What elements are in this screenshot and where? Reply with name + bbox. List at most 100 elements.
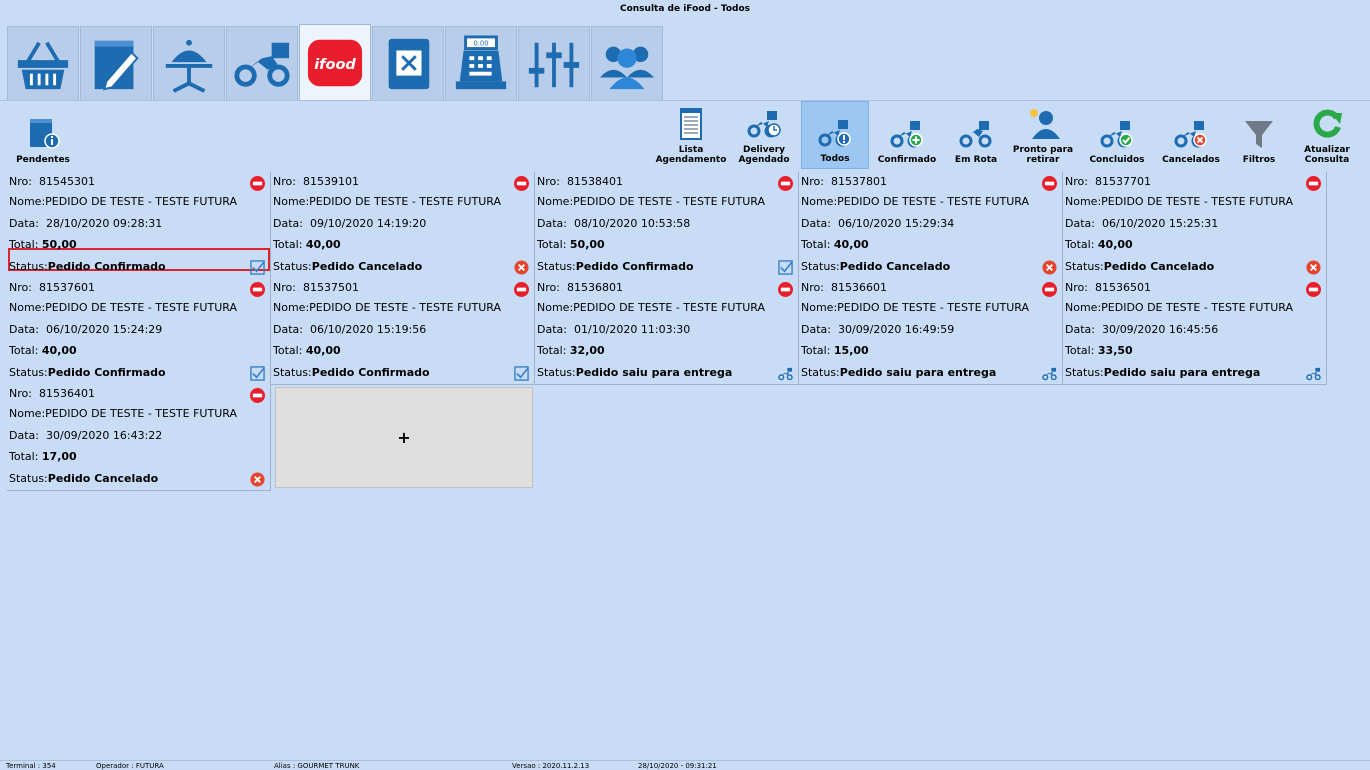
- order-card[interactable]: Nro: 81537501 Nome:PEDIDO DE TESTE - TES…: [271, 278, 535, 385]
- concluidos-button[interactable]: Concluidos: [1086, 101, 1148, 169]
- pronto-para-retirar-button[interactable]: Pronto para retirar: [1012, 101, 1074, 169]
- order-status: Pedido Cancelado: [311, 260, 423, 273]
- data-label: Data:: [9, 429, 39, 442]
- total-label: Total:: [537, 344, 567, 357]
- order-date: 30/09/2020 16:49:59: [837, 323, 955, 336]
- order-card[interactable]: Nro: 81536501 Nome:PEDIDO DE TESTE - TES…: [1063, 278, 1327, 385]
- status-label: Status:: [1065, 260, 1104, 273]
- nro-label: Nro:: [801, 281, 824, 294]
- toolbar: Pendentes Lista Agendamento Delivery Age…: [0, 101, 1370, 171]
- order-status: Pedido Confirmado: [47, 366, 166, 379]
- em-rota-button[interactable]: Em Rota: [948, 101, 1004, 169]
- cancel-icon: [514, 260, 529, 275]
- nro-label: Nro:: [9, 387, 32, 400]
- lista-agendamento-button[interactable]: Lista Agendamento: [656, 101, 726, 169]
- order-card[interactable]: Nro: 81545301 Nome:PEDIDO DE TESTE - TES…: [7, 172, 271, 279]
- motorcycle-check-icon: [1100, 117, 1134, 151]
- nome-label: Nome:: [801, 301, 838, 314]
- customer-name: PEDIDO DE TESTE - TESTE FUTURA: [1101, 195, 1293, 208]
- motorcycle-icon: [1042, 367, 1057, 381]
- customer-name: PEDIDO DE TESTE - TESTE FUTURA: [837, 301, 1029, 314]
- order-number: 81536801: [566, 281, 623, 294]
- check-icon: [514, 366, 529, 381]
- atualizar-consulta-button[interactable]: Atualizar Consulta: [1298, 101, 1356, 169]
- order-date: 30/09/2020 16:45:56: [1101, 323, 1219, 336]
- order-date: 06/10/2020 15:19:56: [309, 323, 427, 336]
- confirmado-button[interactable]: Confirmado: [876, 101, 938, 169]
- lista-agendamento-label: Lista Agendamento: [655, 145, 727, 165]
- order-number: 81537801: [830, 175, 887, 188]
- tab-ifood[interactable]: ifood: [299, 24, 371, 100]
- customer-name: PEDIDO DE TESTE - TESTE FUTURA: [309, 195, 501, 208]
- order-card[interactable]: Nro: 81536801 Nome:PEDIDO DE TESTE - TES…: [535, 278, 799, 385]
- filtros-button[interactable]: Filtros: [1234, 101, 1284, 169]
- add-order-button[interactable]: +: [275, 387, 533, 488]
- order-card[interactable]: Nro: 81539101 Nome:PEDIDO DE TESTE - TES…: [271, 172, 535, 279]
- check-icon: [250, 260, 265, 275]
- motorcycle-cancel-icon: [1174, 117, 1208, 151]
- customer-name: PEDIDO DE TESTE - TESTE FUTURA: [573, 195, 765, 208]
- order-date: 09/10/2020 14:19:20: [309, 217, 427, 230]
- status-label: Status:: [537, 260, 576, 273]
- tab-delivery[interactable]: [226, 26, 298, 100]
- data-label: Data:: [537, 323, 567, 336]
- order-card[interactable]: Nro: 81537801 Nome:PEDIDO DE TESTE - TES…: [799, 172, 1063, 279]
- total-label: Total:: [9, 450, 39, 463]
- order-number: 81537601: [38, 281, 95, 294]
- order-date: 28/10/2020 09:28:31: [45, 217, 163, 230]
- motorcycle-alert-icon: [818, 116, 852, 150]
- tab-vendas[interactable]: [7, 26, 79, 100]
- nome-label: Nome:: [537, 195, 574, 208]
- order-card[interactable]: Nro: 81536401 Nome:PEDIDO DE TESTE - TES…: [7, 384, 271, 491]
- motorcycle-delivery-icon: [234, 42, 290, 87]
- operador-info: Operador : FUTURA: [96, 762, 164, 770]
- tab-clientes[interactable]: [591, 26, 663, 100]
- window-title: Consulta de iFood - Todos: [619, 4, 751, 14]
- nome-label: Nome:: [9, 407, 46, 420]
- order-status: Pedido saiu para entrega: [839, 366, 997, 379]
- pronto-para-retirar-label: Pronto para retirar: [1012, 145, 1074, 165]
- delivery-agendado-button[interactable]: Delivery Agendado: [734, 101, 794, 169]
- cancel-icon: [250, 472, 265, 487]
- tab-pedidos[interactable]: [80, 26, 152, 100]
- ifood-badge-icon: [778, 282, 793, 297]
- ifood-logo-text: ifood: [314, 56, 356, 72]
- data-label: Data:: [801, 323, 831, 336]
- order-card[interactable]: Nro: 81537601 Nome:PEDIDO DE TESTE - TES…: [7, 278, 271, 385]
- confirmado-label: Confirmado: [877, 155, 937, 165]
- order-number: 81537701: [1094, 175, 1151, 188]
- tab-mesas[interactable]: [153, 26, 225, 100]
- order-total: 40,00: [833, 238, 869, 251]
- todos-button[interactable]: Todos: [801, 101, 869, 169]
- terminal-info: Terminal : 354: [6, 762, 56, 770]
- order-number: 81545301: [38, 175, 95, 188]
- order-date: 01/10/2020 11:03:30: [573, 323, 691, 336]
- nome-label: Nome:: [801, 195, 838, 208]
- nro-label: Nro:: [537, 175, 560, 188]
- order-status: Pedido saiu para entrega: [1103, 366, 1261, 379]
- cancelados-button[interactable]: Cancelados: [1158, 101, 1224, 169]
- ifood-badge-icon: [514, 176, 529, 191]
- ifood-badge-icon: [1042, 282, 1057, 297]
- motorcycle-clock-icon: [747, 107, 781, 141]
- alias-info: Alias : GOURMET TRUNK: [274, 762, 360, 770]
- order-card[interactable]: Nro: 81537701 Nome:PEDIDO DE TESTE - TES…: [1063, 172, 1327, 279]
- pendentes-button[interactable]: Pendentes: [14, 101, 72, 169]
- nro-label: Nro:: [537, 281, 560, 294]
- versao-info: Versao : 2020.11.2.13: [512, 762, 590, 770]
- data-label: Data:: [537, 217, 567, 230]
- concluidos-label: Concluidos: [1089, 155, 1145, 165]
- tab-caixa[interactable]: 0.00: [445, 26, 517, 100]
- status-label: Status:: [801, 260, 840, 273]
- data-label: Data:: [273, 217, 303, 230]
- nro-label: Nro:: [801, 175, 824, 188]
- tab-cardapio[interactable]: [372, 26, 444, 100]
- order-date: 30/09/2020 16:43:22: [45, 429, 163, 442]
- order-card[interactable]: Nro: 81536601 Nome:PEDIDO DE TESTE - TES…: [799, 278, 1063, 385]
- nro-label: Nro:: [273, 281, 296, 294]
- order-date: 06/10/2020 15:24:29: [45, 323, 163, 336]
- order-card[interactable]: Nro: 81538401 Nome:PEDIDO DE TESTE - TES…: [535, 172, 799, 279]
- sliders-icon: [528, 42, 580, 87]
- tab-configuracoes[interactable]: [518, 26, 590, 100]
- order-total: 50,00: [41, 238, 77, 251]
